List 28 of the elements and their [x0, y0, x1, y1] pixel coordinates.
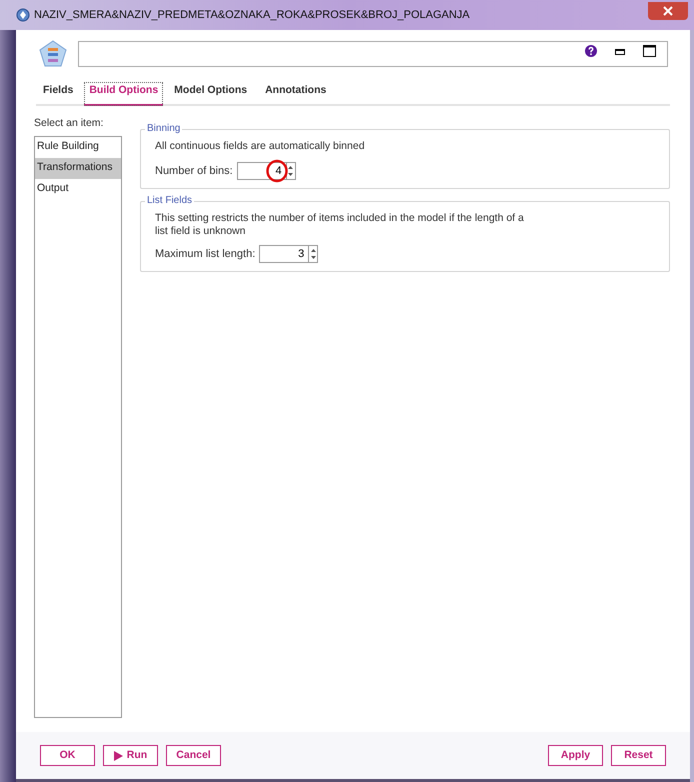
dialog-button[interactable]: OK [40, 745, 95, 766]
spinner-arrows[interactable] [309, 245, 318, 263]
list-label: Select an item: [34, 116, 104, 131]
play-icon [114, 750, 123, 760]
field-label: Number of bins: [155, 164, 233, 179]
maximize-icon[interactable] [643, 45, 656, 57]
tab[interactable]: Build Options [84, 82, 164, 106]
field-label: Maximum list length: [155, 246, 256, 262]
group-description: All continuous fields are automatically binned [155, 140, 366, 153]
node-icon [38, 39, 68, 69]
close-button[interactable] [648, 2, 688, 20]
dialog-button[interactable]: Cancel [166, 745, 221, 766]
window-title: NAZIV_SMERA&NAZIV_PREDMETA&OZNAKA_ROKA&PROSEK&BROJ_POLAGANJA [34, 8, 470, 23]
group-description: This setting restricts the number of items included in the model if the length of a list field is unknown [155, 212, 525, 238]
minimize-icon[interactable] [615, 47, 625, 55]
close-icon [663, 6, 673, 16]
number-field[interactable]: 3 [259, 245, 310, 263]
tab[interactable]: Annotations [258, 83, 334, 104]
name-field[interactable] [78, 41, 668, 67]
tab[interactable]: Fields [36, 83, 80, 104]
list-item[interactable]: Transformations [35, 158, 121, 179]
help-icon[interactable] [585, 45, 597, 57]
dialog-button[interactable]: Run [103, 745, 158, 766]
group-title: Binning [145, 123, 182, 135]
dialog-button[interactable]: Reset [611, 745, 666, 766]
app-icon [16, 8, 30, 22]
tab[interactable]: Model Options [167, 83, 254, 104]
dialog-button[interactable]: Apply [548, 745, 603, 766]
